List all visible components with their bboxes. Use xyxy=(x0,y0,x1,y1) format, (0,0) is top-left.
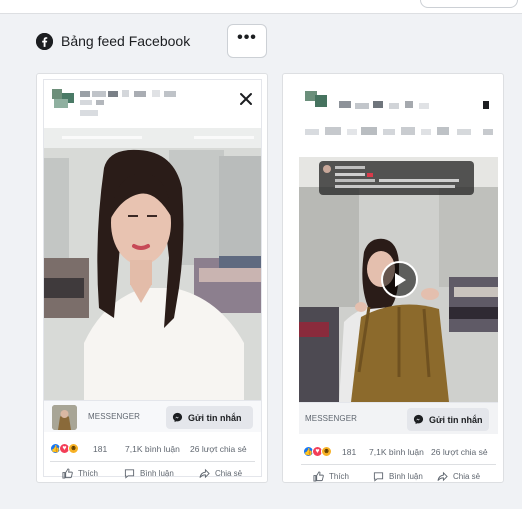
top-bar xyxy=(0,0,522,14)
send-message-button[interactable]: Gửi tin nhắn xyxy=(166,406,253,429)
haha-reaction-icon: ☻ xyxy=(321,446,332,457)
comment-button[interactable]: Bình luận xyxy=(373,471,423,482)
post-actions: Thích Bình luận Chia sẻ xyxy=(44,468,261,482)
share-button[interactable]: Chia sẻ xyxy=(199,468,242,479)
send-message-button[interactable]: Gửi tin nhắn xyxy=(407,408,489,431)
page-thumbnail xyxy=(52,405,77,430)
ad-video[interactable] xyxy=(299,157,498,402)
send-message-label: Gửi tin nhắn xyxy=(188,412,242,423)
shares-count[interactable]: 26 lượt chia sẻ xyxy=(190,444,247,454)
shares-count[interactable]: 26 lượt chia sẻ xyxy=(431,447,488,457)
like-label: Thích xyxy=(78,469,99,478)
ad-photo xyxy=(44,128,261,400)
messenger-icon xyxy=(172,412,183,423)
feed-title: Bảng feed Facebook xyxy=(61,33,191,49)
ad-preview-frame: MESSENGER Gửi tin nhắn 👍 ♥ ☻ 181 7,1K bì… xyxy=(43,79,262,479)
like-label: Thích xyxy=(329,472,350,481)
comments-count[interactable]: 7,1K bình luận xyxy=(125,444,180,454)
feed-header: Bảng feed Facebook xyxy=(36,31,190,51)
ad-preview-frame: MESSENGER Gửi tin nhắn 👍 ♥ ☻ 181 7,1K bì… xyxy=(299,79,498,482)
messenger-label: MESSENGER xyxy=(305,414,358,423)
comments-count[interactable]: 7,1K bình luận xyxy=(369,447,424,457)
facebook-icon xyxy=(36,32,53,50)
share-icon xyxy=(199,468,210,479)
comment-button[interactable]: Bình luận xyxy=(124,468,174,479)
reaction-count[interactable]: 181 xyxy=(93,444,107,454)
share-button[interactable]: Chia sẻ xyxy=(437,471,480,482)
comment-icon xyxy=(373,472,384,482)
ad-preview-card: MESSENGER Gửi tin nhắn 👍 ♥ ☻ 181 7,1K bì… xyxy=(282,73,504,483)
engagement-stats: 👍 ♥ ☻ 181 7,1K bình luận 26 lượt chia sẻ xyxy=(303,445,490,459)
more-options-button[interactable]: ••• xyxy=(227,24,267,58)
close-icon[interactable] xyxy=(238,91,254,107)
share-label: Chia sẻ xyxy=(453,472,481,481)
messenger-icon xyxy=(413,414,424,425)
top-bar-pill[interactable] xyxy=(420,0,518,8)
reaction-icons[interactable]: 👍 ♥ ☻ xyxy=(303,446,332,457)
like-button[interactable]: Thích xyxy=(313,471,349,482)
ad-preview-card: MESSENGER Gửi tin nhắn 👍 ♥ ☻ 181 7,1K bì… xyxy=(36,73,268,483)
thumbs-up-icon xyxy=(62,468,73,479)
divider xyxy=(50,461,255,462)
post-actions: Thích Bình luận Chia sẻ xyxy=(299,471,498,482)
play-icon xyxy=(394,272,406,287)
comment-label: Bình luận xyxy=(140,469,174,478)
thumbs-up-icon xyxy=(313,471,324,482)
comment-icon xyxy=(124,469,135,479)
messenger-bar: MESSENGER Gửi tin nhắn xyxy=(44,400,261,432)
messenger-bar: MESSENGER Gửi tin nhắn xyxy=(299,402,498,434)
video-comment-overlay xyxy=(319,161,474,195)
share-label: Chia sẻ xyxy=(215,469,243,478)
comment-label: Bình luận xyxy=(389,472,423,481)
more-options-icon: ••• xyxy=(237,29,257,46)
haha-reaction-icon: ☻ xyxy=(68,443,79,454)
reaction-count[interactable]: 181 xyxy=(342,447,356,457)
play-button[interactable] xyxy=(381,261,418,298)
messenger-label: MESSENGER xyxy=(88,412,141,421)
send-message-label: Gửi tin nhắn xyxy=(429,414,483,425)
engagement-stats: 👍 ♥ ☻ 181 7,1K bình luận 26 lượt chia sẻ xyxy=(50,442,254,456)
reaction-icons[interactable]: 👍 ♥ ☻ xyxy=(50,443,79,454)
like-button[interactable]: Thích xyxy=(62,468,98,479)
share-icon xyxy=(437,471,448,482)
divider xyxy=(301,464,496,465)
